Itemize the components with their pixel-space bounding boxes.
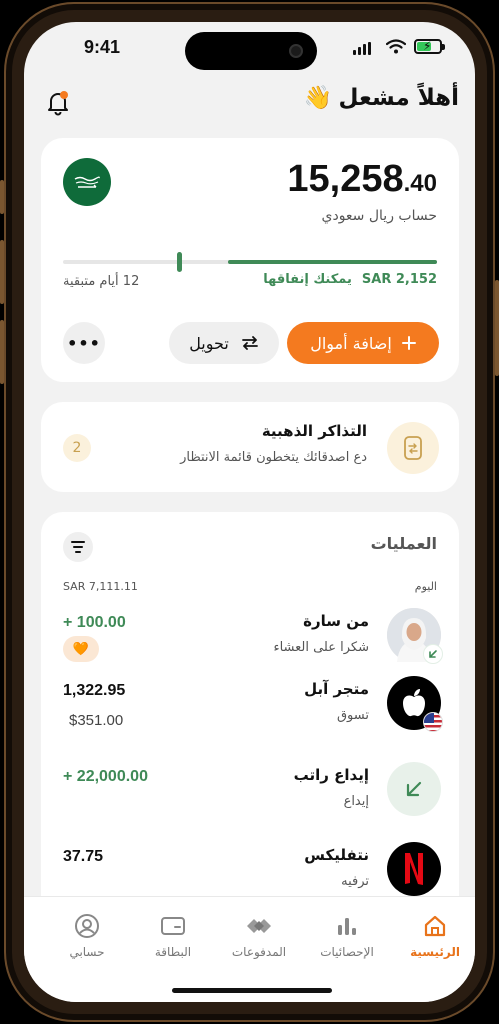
- balance-amount: 15,258.40: [287, 158, 437, 200]
- tab-home-label: الرئيسية: [410, 945, 460, 959]
- wifi-icon: [386, 39, 406, 54]
- deposit-arrow-icon: [387, 762, 441, 816]
- spendable-amount: SAR 2,152: [361, 272, 437, 287]
- balance-card: 15,258.40 حساب ريال سعودي SAR 2,152 يمكن…: [41, 138, 459, 382]
- add-funds-label: إضافة أموال: [310, 333, 392, 353]
- transaction-row[interactable]: إيداع راتب إيداع + 22,000.00: [63, 762, 441, 822]
- tab-profile[interactable]: حسابي: [47, 911, 127, 959]
- tickets-count-badge: 2: [63, 434, 91, 462]
- greeting: أهلاً مشعل 👋: [303, 84, 459, 112]
- golden-tickets-subtitle: دع اصدقائك يتخطون قائمة الانتظار: [180, 450, 367, 465]
- transaction-name: إيداع راتب: [293, 766, 369, 784]
- transaction-category: ترفيه: [341, 874, 369, 889]
- tab-payments[interactable]: المدفوعات: [219, 911, 299, 959]
- transaction-category: شكرا على العشاء: [273, 640, 369, 655]
- home-indicator: [172, 988, 332, 993]
- plus-icon: [401, 336, 416, 350]
- golden-tickets-title: التذاكر الذهبية: [261, 422, 367, 440]
- day-total: SAR 7,111.11: [63, 580, 138, 593]
- tab-profile-label: حسابي: [69, 945, 105, 959]
- side-button: [0, 240, 4, 304]
- more-button[interactable]: •••: [63, 322, 105, 364]
- side-button: [0, 180, 4, 214]
- wave-emoji: 👋: [303, 85, 333, 111]
- transfer-button[interactable]: تحويل: [169, 322, 279, 364]
- saudi-flag-icon: [63, 158, 111, 206]
- days-left: 12 أيام متبقية: [63, 274, 140, 289]
- account-name: حساب ريال سعودي: [321, 208, 438, 224]
- transaction-category: إيداع: [343, 794, 369, 809]
- filter-icon[interactable]: [63, 532, 93, 562]
- spendable-label: يمكنك إنفاقها: [263, 272, 352, 287]
- ticket-icon: [387, 422, 439, 474]
- transaction-amount: + 22,000.00: [63, 768, 148, 785]
- tab-bar: الرئيسية الإحصائيات المدفوعات البطاقة حس…: [24, 896, 475, 1002]
- transaction-amount: 1,322.95: [63, 682, 126, 699]
- tab-card[interactable]: البطاقة: [133, 911, 213, 959]
- golden-tickets-card[interactable]: التذاكر الذهبية دع اصدقائك يتخطون قائمة …: [41, 402, 459, 492]
- card-icon: [133, 911, 213, 941]
- transaction-name: من سارة: [303, 612, 369, 630]
- stats-icon: [307, 911, 387, 941]
- incoming-arrow-icon: [423, 644, 443, 664]
- transaction-row[interactable]: نتفليكس ترفيه 37.75: [63, 842, 441, 902]
- transactions-card: العمليات اليوم SAR 7,111.11 من سارة شكرا…: [41, 512, 459, 932]
- sara-avatar: [387, 608, 443, 664]
- tab-stats[interactable]: الإحصائيات: [307, 911, 387, 959]
- netflix-logo-icon: [387, 842, 441, 896]
- spend-progress-fill: [227, 260, 437, 264]
- transfer-label: تحويل: [189, 333, 229, 353]
- side-button: [0, 320, 4, 384]
- transfer-arrows-icon: [241, 336, 258, 350]
- tab-stats-label: الإحصائيات: [320, 945, 374, 959]
- status-bar: 9:41 ⚡: [24, 22, 475, 72]
- dynamic-island: [185, 32, 317, 70]
- transaction-amount: + 100.00: [63, 614, 126, 631]
- transaction-amount: 37.75: [63, 848, 104, 865]
- bell-icon[interactable]: [46, 90, 70, 116]
- us-flag-icon: [423, 712, 443, 732]
- tab-home[interactable]: الرئيسية: [395, 911, 475, 959]
- greeting-text: أهلاً مشعل: [338, 84, 459, 111]
- app-screen: 9:41 ⚡ أهلاً مشعل 👋 15,258.40 حساب ريال …: [24, 22, 475, 1002]
- day-label: اليوم: [414, 580, 437, 593]
- side-button: [495, 280, 499, 376]
- reaction-badge[interactable]: 🧡: [63, 636, 99, 662]
- spend-progress-bar: [63, 252, 437, 272]
- add-funds-button[interactable]: إضافة أموال: [287, 322, 439, 364]
- transaction-category: تسوق: [336, 708, 369, 723]
- transaction-sub-amount: $351.00: [69, 712, 124, 729]
- home-icon: [395, 911, 475, 941]
- spend-progress-marker: [177, 252, 182, 272]
- battery-icon: ⚡: [414, 39, 445, 54]
- transactions-title: العمليات: [370, 534, 437, 553]
- tab-card-label: البطاقة: [154, 945, 192, 959]
- tab-payments-label: المدفوعات: [231, 945, 287, 959]
- apple-logo-icon: [387, 676, 443, 732]
- transaction-name: متجر آبل: [304, 680, 369, 698]
- more-icon: •••: [67, 333, 101, 353]
- transaction-row[interactable]: من سارة شكرا على العشاء + 100.00 🧡: [63, 608, 443, 668]
- profile-icon: [47, 911, 127, 941]
- status-time: 9:41: [84, 37, 121, 57]
- payments-icon: [219, 911, 299, 941]
- transaction-name: نتفليكس: [304, 846, 369, 864]
- spendable-info: SAR 2,152 يمكنك إنفاقها: [263, 272, 437, 287]
- transaction-row[interactable]: متجر آبل تسوق 1,322.95 $351.00: [63, 676, 443, 736]
- signal-icon: [353, 42, 371, 55]
